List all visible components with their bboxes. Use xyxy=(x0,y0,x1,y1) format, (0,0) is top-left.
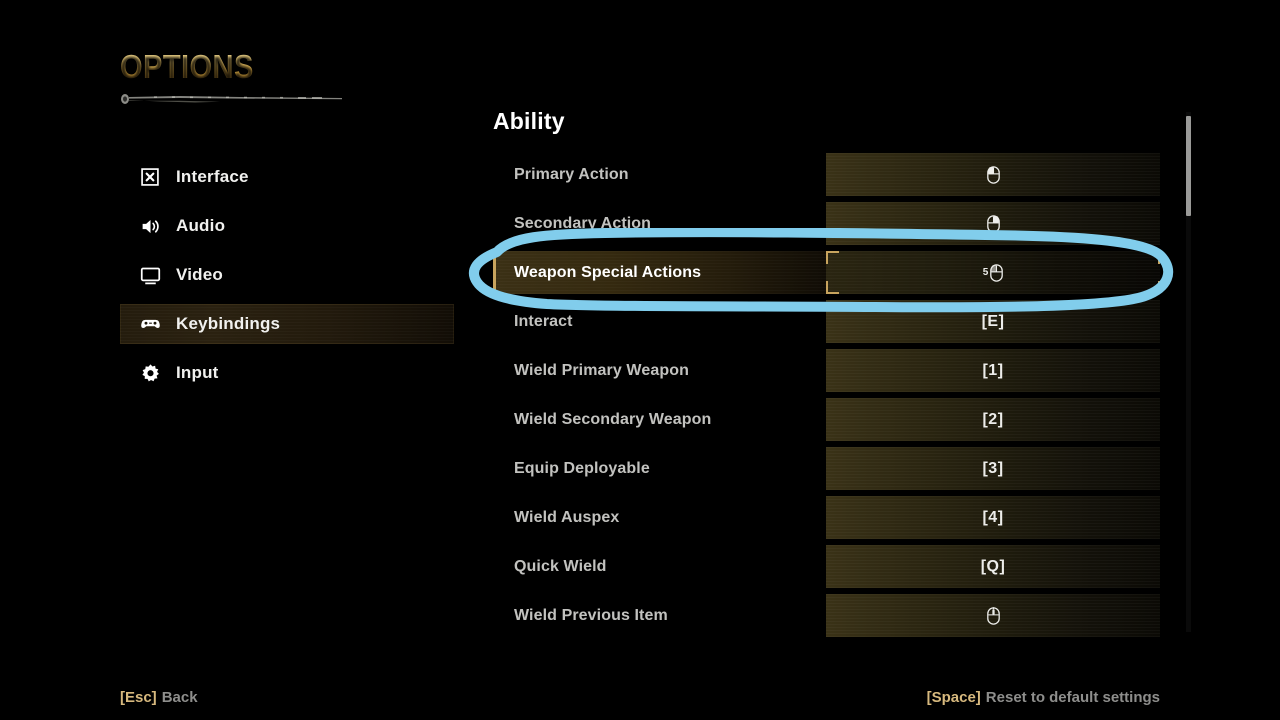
keybinding-row[interactable]: Quick Wield [Q] xyxy=(493,545,1193,588)
keybinding-label: Interact xyxy=(514,312,573,330)
sidebar-item-keybindings[interactable]: Keybindings xyxy=(120,304,454,344)
keybinding-label: Wield Previous Item xyxy=(514,606,668,624)
keybinding-key: [3] xyxy=(982,459,1004,477)
speaker-icon xyxy=(138,214,162,238)
sidebar-item-label: Audio xyxy=(176,216,226,235)
x-box-icon xyxy=(138,165,162,189)
keybinding-value[interactable]: [1] xyxy=(826,349,1160,392)
mouse-button-5-icon: 5 xyxy=(982,263,1004,282)
keybinding-label: Wield Auspex xyxy=(514,508,620,526)
back-action-label: Back xyxy=(161,689,198,706)
sidebar-item-label: Interface xyxy=(176,167,249,186)
sidebar-item-label: Input xyxy=(176,363,219,382)
keybinding-label: Wield Primary Weapon xyxy=(514,361,689,379)
focus-corner-top-right xyxy=(1147,251,1160,264)
sidebar-item-label: Keybindings xyxy=(176,314,281,333)
reset-key-label: [Space] xyxy=(926,689,981,706)
keybinding-row[interactable]: Wield Secondary Weapon [2] xyxy=(493,398,1193,441)
keybinding-value[interactable]: [4] xyxy=(826,496,1160,539)
mouse-left-button-icon xyxy=(986,165,1000,184)
keybinding-row[interactable]: Wield Auspex [4] xyxy=(493,496,1193,539)
sidebar-item-interface[interactable]: Interface xyxy=(120,157,454,197)
mouse-right-button-icon xyxy=(986,214,1000,233)
monitor-icon xyxy=(138,263,162,287)
keybinding-value[interactable]: [3] xyxy=(826,447,1160,490)
keybinding-row[interactable]: Secondary Action xyxy=(493,202,1193,245)
keybindings-panel: Ability Primary Action Secondary Action … xyxy=(493,108,1193,643)
keybinding-list: Primary Action Secondary Action Weapon S… xyxy=(493,153,1193,637)
keybinding-value[interactable] xyxy=(826,594,1160,637)
keybinding-row[interactable]: Interact [E] xyxy=(493,300,1193,343)
keybinding-value[interactable]: [2] xyxy=(826,398,1160,441)
footer-back-hint[interactable]: [Esc] Back xyxy=(120,689,198,706)
keybinding-value[interactable]: [E] xyxy=(826,300,1160,343)
sidebar-item-audio[interactable]: Audio xyxy=(120,206,454,246)
keybinding-row[interactable]: Wield Primary Weapon [1] xyxy=(493,349,1193,392)
title-block: OPTIONS xyxy=(120,48,342,104)
sidebar-item-video[interactable]: Video xyxy=(120,255,454,295)
keybinding-row[interactable]: Wield Previous Item xyxy=(493,594,1193,637)
keybinding-value-selected[interactable]: 5 xyxy=(826,251,1160,294)
keybinding-key: [E] xyxy=(981,312,1005,330)
gamepad-icon xyxy=(138,312,162,336)
footer-reset-hint[interactable]: [Space] Reset to default settings xyxy=(927,689,1160,706)
page-title: OPTIONS xyxy=(120,48,254,85)
focus-corner-top-left xyxy=(826,251,839,264)
sidebar-item-label: Video xyxy=(176,265,223,284)
keybinding-value[interactable]: [Q] xyxy=(826,545,1160,588)
sidebar-item-input[interactable]: Input xyxy=(120,353,454,393)
keybinding-value[interactable] xyxy=(826,153,1160,196)
keybinding-label: Equip Deployable xyxy=(514,459,650,477)
keybinding-key: [2] xyxy=(982,410,1004,428)
focus-corner-bottom-left xyxy=(826,281,839,294)
keybinding-label: Weapon Special Actions xyxy=(514,263,702,281)
keybinding-row[interactable]: Equip Deployable [3] xyxy=(493,447,1193,490)
focus-corner-bottom-right xyxy=(1147,281,1160,294)
scrollbar-thumb[interactable] xyxy=(1186,116,1191,216)
keybinding-row[interactable]: Primary Action xyxy=(493,153,1193,196)
keybinding-row-selected[interactable]: Weapon Special Actions 5 xyxy=(493,251,1193,294)
keybinding-key: [4] xyxy=(982,508,1004,526)
section-title: Ability xyxy=(493,108,565,134)
back-key-label: [Esc] xyxy=(120,689,157,706)
sidebar: Interface Audio Video Keybindings Input xyxy=(120,157,454,402)
gear-icon xyxy=(138,361,162,385)
keybinding-key: [Q] xyxy=(980,557,1006,575)
options-screen: OPTIONS Interface Audio Video Keybinding… xyxy=(0,0,1280,720)
keybinding-key: [1] xyxy=(982,361,1004,379)
keybinding-label: Primary Action xyxy=(514,165,629,183)
mouse-button-number: 5 xyxy=(982,267,989,278)
keybinding-label: Wield Secondary Weapon xyxy=(514,410,712,428)
keybinding-label: Quick Wield xyxy=(514,557,607,575)
keybinding-value[interactable] xyxy=(826,202,1160,245)
mouse-middle-button-icon xyxy=(986,606,1000,625)
title-divider-ornament xyxy=(121,94,342,104)
keybinding-label: Secondary Action xyxy=(514,214,652,232)
reset-action-label: Reset to default settings xyxy=(985,689,1160,706)
